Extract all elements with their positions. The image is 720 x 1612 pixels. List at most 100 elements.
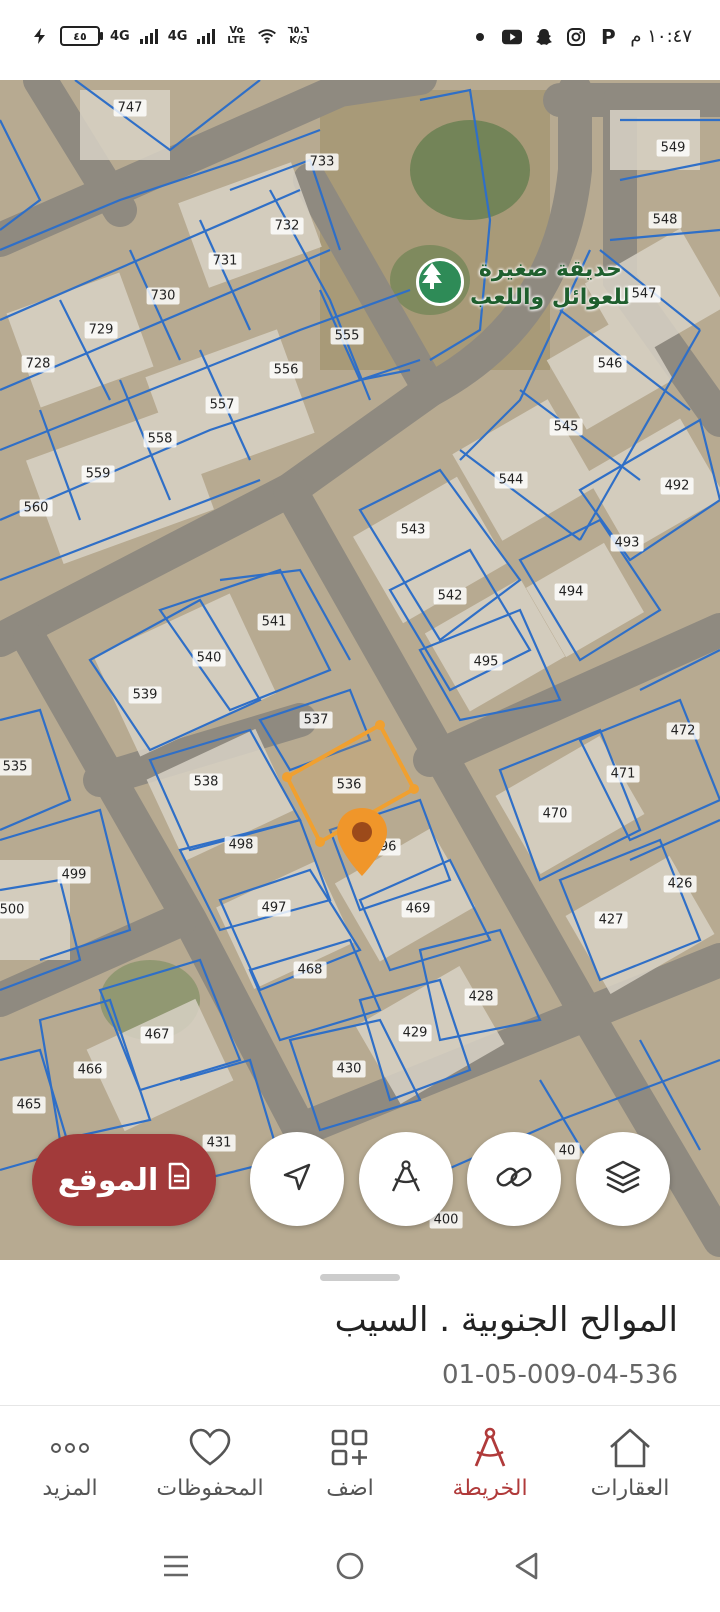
parcel-label-40[interactable]: 40 <box>554 1142 580 1160</box>
parcel-label-732[interactable]: 732 <box>270 217 304 235</box>
link-icon <box>494 1157 534 1201</box>
parcel-label-428[interactable]: 428 <box>464 988 498 1006</box>
parcel-label-731[interactable]: 731 <box>208 252 242 270</box>
parcel-label-547[interactable]: 547 <box>627 285 661 303</box>
parcel-label-465[interactable]: 465 <box>12 1096 46 1114</box>
parcel-label-730[interactable]: 730 <box>146 287 180 305</box>
parcel-label-729[interactable]: 729 <box>84 321 118 339</box>
measure-button[interactable] <box>359 1132 453 1226</box>
parcel-label-541[interactable]: 541 <box>257 613 291 631</box>
parcel-label-499[interactable]: 499 <box>57 866 91 884</box>
park-label[interactable]: حديقة صغيرة للعوائل واللعب <box>470 256 631 312</box>
parcel-code: 01-05-009-04-536 <box>441 1360 678 1390</box>
parcel-label-535[interactable]: 535 <box>0 758 32 776</box>
status-left: ٤٥ 4G 4G Vo LTE ٦٥.٦ K/S <box>30 26 310 46</box>
map-view[interactable]: حديقة صغيرة للعوائل واللعب 747 733 549 732 5… <box>0 80 720 1260</box>
park-label-line1: حديقة صغيرة <box>478 257 622 282</box>
parcel-label-556[interactable]: 556 <box>269 361 303 379</box>
signal-icon <box>139 28 158 44</box>
parcel-label-431[interactable]: 431 <box>202 1134 236 1152</box>
network-4g-1: 4G <box>110 29 130 44</box>
parcel-label-467[interactable]: 467 <box>140 1026 174 1044</box>
more-icon <box>0 1424 140 1472</box>
parcel-label-549[interactable]: 549 <box>656 139 690 157</box>
parcel-label-538[interactable]: 538 <box>189 773 223 791</box>
wifi-icon <box>257 26 277 46</box>
nav-item-add[interactable]: اضف <box>280 1424 420 1501</box>
bottom-navigation: المزيد المحفوظات اضف الخريطة العقارات <box>0 1405 720 1521</box>
parcel-label-747[interactable]: 747 <box>113 99 147 117</box>
selected-location-pin-icon <box>334 806 390 878</box>
heart-icon <box>140 1424 280 1472</box>
volte-label: Vo LTE <box>227 25 246 46</box>
parcel-label-559[interactable]: 559 <box>81 465 115 483</box>
parcel-label-466[interactable]: 466 <box>73 1061 107 1079</box>
parcel-label-539[interactable]: 539 <box>128 686 162 704</box>
parcel-label-545[interactable]: 545 <box>549 418 583 436</box>
parcel-label-557[interactable]: 557 <box>205 396 239 414</box>
parcel-label-728[interactable]: 728 <box>21 355 55 373</box>
parcel-label-468[interactable]: 468 <box>293 961 327 979</box>
nav-label-more: المزيد <box>42 1476 98 1501</box>
nav-label-properties: العقارات <box>590 1476 670 1501</box>
document-icon <box>168 1162 190 1198</box>
parcel-label-540[interactable]: 540 <box>192 649 226 667</box>
layers-button[interactable] <box>576 1132 670 1226</box>
parcel-label-536[interactable]: 536 <box>332 776 366 794</box>
parcel-label-542[interactable]: 542 <box>433 587 467 605</box>
snapchat-icon <box>534 27 554 47</box>
nav-item-saved[interactable]: المحفوظات <box>140 1424 280 1501</box>
network-label-2: 4G <box>167 28 188 44</box>
navigate-icon <box>280 1160 314 1198</box>
link-button[interactable] <box>467 1132 561 1226</box>
menu-icon <box>161 1553 191 1583</box>
park-label-line2: للعوائل واللعب <box>470 285 631 310</box>
parcel-label-493[interactable]: 493 <box>610 534 644 552</box>
parcel-label-558[interactable]: 558 <box>143 430 177 448</box>
back-button[interactable] <box>506 1548 546 1588</box>
status-bar: ٤٥ 4G 4G Vo LTE ٦٥.٦ K/S P ١٠:٤٧ م <box>0 0 720 80</box>
location-button[interactable]: الموقع <box>32 1134 216 1226</box>
parcel-info-sheet[interactable]: الموالح الجنوبية . السيب 01-05-009-04-53… <box>0 1260 720 1400</box>
parcel-label-537[interactable]: 537 <box>299 711 333 729</box>
parcel-label-733[interactable]: 733 <box>305 153 339 171</box>
parcel-label-560[interactable]: 560 <box>19 499 53 517</box>
parcel-label-543[interactable]: 543 <box>396 521 430 539</box>
parcel-label-471[interactable]: 471 <box>606 765 640 783</box>
measure-icon <box>386 1157 426 1201</box>
network-label-1: 4G <box>110 28 130 44</box>
navigate-button[interactable] <box>250 1132 344 1226</box>
parcel-label-495[interactable]: 495 <box>469 653 503 671</box>
compass-map-icon <box>420 1424 560 1472</box>
youtube-icon <box>502 27 523 47</box>
sheet-drag-handle[interactable] <box>320 1274 400 1281</box>
nav-item-more[interactable]: المزيد <box>0 1424 140 1501</box>
add-grid-icon <box>280 1424 420 1472</box>
parcel-label-500[interactable]: 500 <box>0 901 29 919</box>
circle-icon <box>335 1551 365 1585</box>
nav-item-map[interactable]: الخريطة <box>420 1424 560 1501</box>
parcel-label-548[interactable]: 548 <box>648 211 682 229</box>
network-4g-2: 4G <box>168 29 188 44</box>
parcel-label-472[interactable]: 472 <box>666 722 700 740</box>
parcel-label-494[interactable]: 494 <box>554 583 588 601</box>
parcel-label-429[interactable]: 429 <box>398 1024 432 1042</box>
parcel-label-469[interactable]: 469 <box>401 900 435 918</box>
parcel-label-470[interactable]: 470 <box>538 805 572 823</box>
parcel-label-546[interactable]: 546 <box>593 355 627 373</box>
parcel-label-492[interactable]: 492 <box>660 477 694 495</box>
parcel-label-426[interactable]: 426 <box>663 875 697 893</box>
recents-button[interactable] <box>156 1548 196 1588</box>
layers-icon <box>603 1157 643 1201</box>
parcel-label-430[interactable]: 430 <box>332 1060 366 1078</box>
parcel-label-555[interactable]: 555 <box>330 327 364 345</box>
network-speed: ٦٥.٦ K/S <box>287 26 309 46</box>
place-name: الموالح الجنوبية . السيب <box>334 1300 678 1340</box>
home-button[interactable] <box>330 1548 370 1588</box>
park-marker-icon[interactable] <box>416 258 464 306</box>
parcel-label-427[interactable]: 427 <box>594 911 628 929</box>
parcel-label-497[interactable]: 497 <box>257 899 291 917</box>
parcel-label-544[interactable]: 544 <box>494 471 528 489</box>
nav-item-properties[interactable]: العقارات <box>560 1424 700 1501</box>
parcel-label-498[interactable]: 498 <box>224 836 258 854</box>
